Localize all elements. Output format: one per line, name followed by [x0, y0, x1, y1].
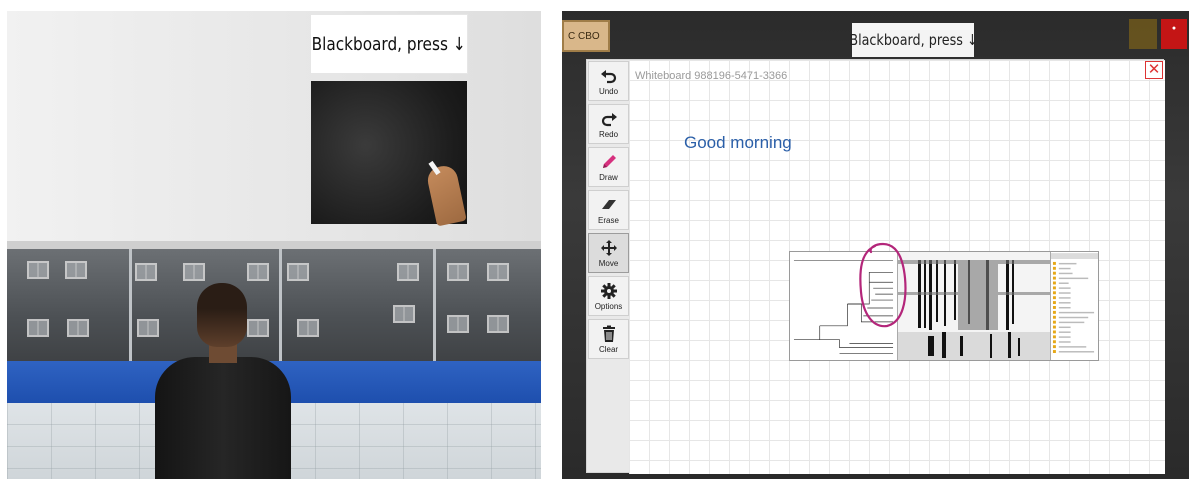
- legend-image: [1050, 252, 1098, 360]
- whiteboard-title: Whiteboard 988196-5471-3366: [635, 70, 788, 82]
- clear-button[interactable]: Clear: [588, 319, 629, 359]
- whiteboard-toolbar: Undo Redo Draw Erase Move Options Clear: [587, 60, 629, 472]
- eraser-icon: [599, 195, 619, 215]
- annotation-circle[interactable]: [853, 240, 913, 332]
- whiteboard-dialog: Undo Redo Draw Erase Move Options Clear …: [586, 59, 1165, 474]
- heatmap-image: [898, 252, 1050, 360]
- background-hud-icon: [1129, 19, 1157, 49]
- options-button[interactable]: Options: [588, 276, 629, 316]
- hand-image: [425, 163, 467, 227]
- undo-icon: [599, 66, 619, 86]
- greeting-text: Good morning: [684, 133, 792, 152]
- record-icon[interactable]: ●: [1161, 19, 1187, 49]
- move-icon: [599, 238, 619, 258]
- blackboard-sign-text: Blackboard, press ↓: [311, 33, 467, 55]
- whiteboard-app: C CBO Blackboard, press ↓ ● Undo Redo Dr…: [562, 11, 1189, 479]
- gear-icon: [599, 281, 619, 301]
- erase-button[interactable]: Erase: [588, 190, 629, 230]
- trash-icon: [599, 324, 619, 344]
- whiteboard-canvas[interactable]: Whiteboard 988196-5471-3366 ✕ Good morni…: [629, 60, 1165, 474]
- undo-button[interactable]: Undo: [588, 61, 629, 101]
- avatar: [147, 281, 297, 479]
- blackboard[interactable]: [311, 81, 467, 227]
- redo-button[interactable]: Redo: [588, 104, 629, 144]
- blackboard-sign: Blackboard, press ↓: [310, 14, 468, 74]
- draw-button[interactable]: Draw: [588, 147, 629, 187]
- move-button[interactable]: Move: [588, 233, 629, 273]
- pencil-icon: [599, 152, 619, 172]
- virtual-world-scene: Blackboard, press ↓: [7, 11, 541, 479]
- pasted-figure-image[interactable]: [789, 251, 1099, 361]
- redo-icon: [599, 109, 619, 129]
- background-sign: Blackboard, press ↓: [849, 23, 977, 57]
- close-icon: ✕: [1147, 61, 1161, 78]
- background-tag: C CBO: [562, 20, 610, 52]
- close-button[interactable]: ✕: [1145, 61, 1163, 79]
